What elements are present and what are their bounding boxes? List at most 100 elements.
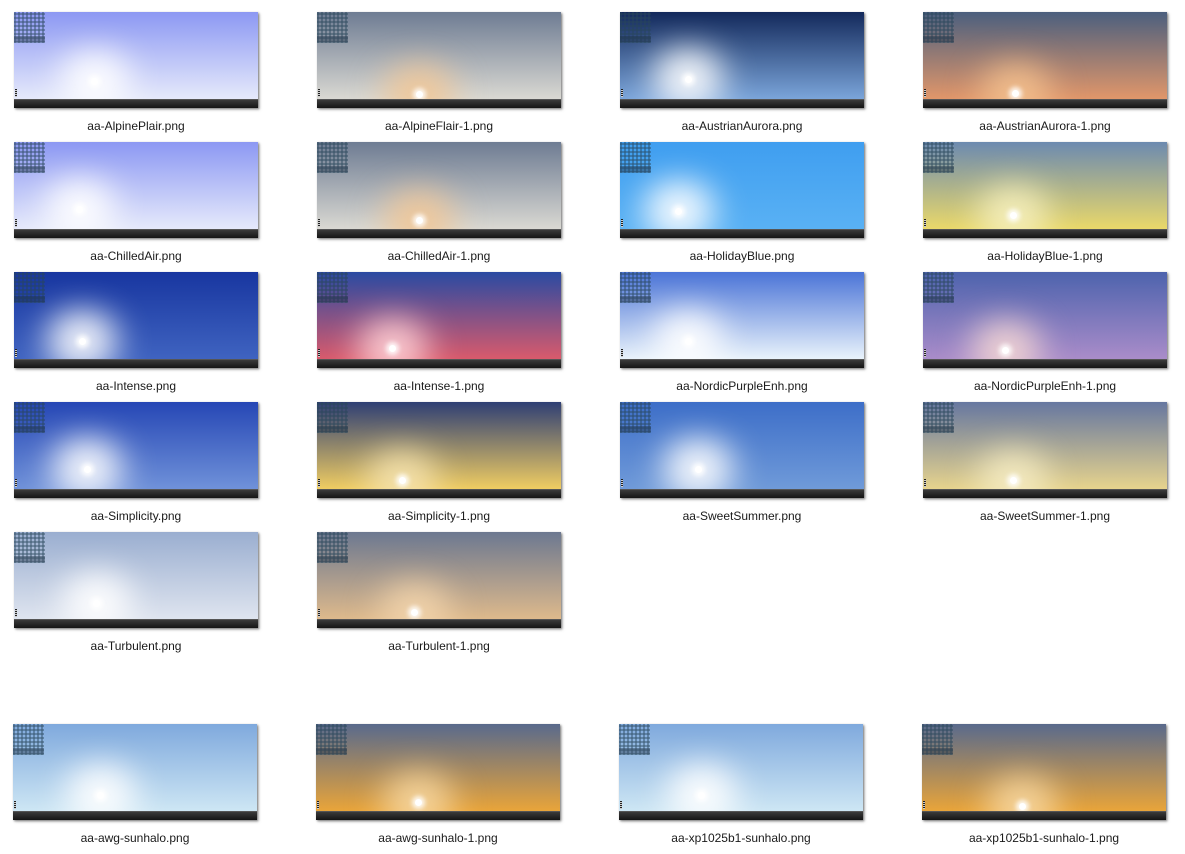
ground-strip [620, 489, 864, 498]
hud-overlay-icon [317, 142, 348, 173]
file-item[interactable]: aa-SweetSummer.png [620, 402, 866, 528]
side-marker-icon [318, 219, 320, 227]
file-thumbnail[interactable] [923, 12, 1167, 108]
file-item[interactable]: aa-AlpineFlair-1.png [317, 12, 563, 138]
file-thumbnail[interactable] [14, 402, 258, 498]
file-thumbnail[interactable] [316, 724, 560, 820]
ground-strip [923, 489, 1167, 498]
file-name-label: aa-AlpineFlair-1.png [384, 119, 494, 133]
file-name-label: aa-NordicPurpleEnh-1.png [973, 379, 1117, 393]
hud-overlay-icon [620, 272, 651, 303]
file-view: aa-AlpinePlair.png aa-AlpineFlair-1.png aa… [0, 0, 1185, 854]
file-thumbnail[interactable] [14, 272, 258, 368]
hud-overlay-icon [14, 12, 45, 43]
file-thumbnail[interactable] [13, 724, 257, 820]
file-name-label: aa-AlpinePlair.png [87, 119, 185, 133]
file-thumbnail[interactable] [317, 532, 561, 628]
file-name-label: aa-Intense-1.png [393, 379, 485, 393]
file-thumbnail[interactable] [14, 12, 258, 108]
file-thumbnail[interactable] [620, 142, 864, 238]
file-name-label: aa-Turbulent-1.png [388, 639, 490, 653]
hud-overlay-icon [922, 724, 953, 755]
side-marker-icon [15, 89, 17, 97]
side-marker-icon [924, 349, 926, 357]
file-thumbnail[interactable] [14, 532, 258, 628]
hud-overlay-icon [317, 272, 348, 303]
file-item[interactable]: aa-Intense-1.png [317, 272, 563, 398]
file-thumbnail[interactable] [317, 272, 561, 368]
file-thumbnail[interactable] [620, 402, 864, 498]
file-name-label: aa-Turbulent.png [90, 639, 182, 653]
file-item[interactable]: aa-xp1025b1-sunhalo-1.png [922, 724, 1168, 850]
file-thumbnail[interactable] [923, 272, 1167, 368]
file-name-label: aa-SweetSummer-1.png [979, 509, 1111, 523]
side-marker-icon [15, 479, 17, 487]
hud-overlay-icon [923, 272, 954, 303]
sun-disc [1018, 803, 1026, 811]
file-item[interactable]: aa-ChilledAir-1.png [317, 142, 563, 268]
file-item[interactable]: aa-Intense.png [14, 272, 260, 398]
file-thumbnail[interactable] [620, 272, 864, 368]
hud-overlay-icon [923, 12, 954, 43]
sun-disc [78, 337, 86, 345]
ground-strip [14, 489, 258, 498]
ground-strip [14, 359, 258, 368]
side-marker-icon [318, 609, 320, 617]
file-thumbnail[interactable] [923, 402, 1167, 498]
hud-overlay-icon [620, 402, 651, 433]
hud-overlay-icon [14, 532, 45, 563]
file-name-label: aa-NordicPurpleEnh.png [676, 379, 808, 393]
side-marker-icon [317, 801, 319, 809]
file-item[interactable]: aa-HolidayBlue.png [620, 142, 866, 268]
hud-overlay-icon [317, 402, 348, 433]
file-item[interactable]: aa-xp1025b1-sunhalo.png [619, 724, 865, 850]
side-marker-icon [924, 89, 926, 97]
file-item[interactable]: aa-AlpinePlair.png [14, 12, 260, 138]
file-name-label: aa-AustrianAurora-1.png [979, 119, 1111, 133]
file-item[interactable]: aa-Simplicity-1.png [317, 402, 563, 528]
hud-overlay-icon [13, 724, 44, 755]
sun-disc [684, 337, 692, 345]
file-thumbnail[interactable] [14, 142, 258, 238]
sun-disc [97, 791, 105, 799]
side-marker-icon [15, 609, 17, 617]
file-item[interactable]: aa-AustrianAurora-1.png [923, 12, 1169, 138]
file-item[interactable]: aa-Turbulent-1.png [317, 532, 563, 658]
file-thumbnail[interactable] [923, 142, 1167, 238]
file-name-label: aa-HolidayBlue.png [689, 249, 795, 263]
file-item[interactable]: aa-HolidayBlue-1.png [923, 142, 1169, 268]
ground-strip [620, 229, 864, 238]
ground-strip [620, 359, 864, 368]
file-name-label: aa-Simplicity.png [90, 509, 182, 523]
file-name-label: aa-HolidayBlue-1.png [987, 249, 1103, 263]
ground-strip [14, 229, 258, 238]
file-item[interactable]: aa-ChilledAir.png [14, 142, 260, 268]
side-marker-icon [621, 89, 623, 97]
hud-overlay-icon [14, 402, 45, 433]
ground-strip [922, 811, 1166, 820]
hud-overlay-icon [14, 272, 45, 303]
file-name-label: aa-SweetSummer.png [682, 509, 802, 523]
file-item[interactable]: aa-Turbulent.png [14, 532, 260, 658]
file-thumbnail[interactable] [619, 724, 863, 820]
sun-disc [675, 207, 683, 215]
file-thumbnail[interactable] [317, 12, 561, 108]
sun-disc [694, 465, 702, 473]
hud-overlay-icon [317, 12, 348, 43]
file-item[interactable]: aa-NordicPurpleEnh-1.png [923, 272, 1169, 398]
side-marker-icon [621, 219, 623, 227]
side-marker-icon [621, 479, 623, 487]
file-item[interactable]: aa-awg-sunhalo-1.png [316, 724, 562, 850]
file-name-label: aa-awg-sunhalo.png [80, 831, 190, 845]
file-thumbnail[interactable] [922, 724, 1166, 820]
hud-overlay-icon [619, 724, 650, 755]
file-thumbnail[interactable] [620, 12, 864, 108]
file-item[interactable]: aa-NordicPurpleEnh.png [620, 272, 866, 398]
file-thumbnail[interactable] [317, 142, 561, 238]
file-item[interactable]: aa-Simplicity.png [14, 402, 260, 528]
file-item[interactable]: aa-awg-sunhalo.png [13, 724, 259, 850]
file-item[interactable]: aa-SweetSummer-1.png [923, 402, 1169, 528]
hud-overlay-icon [620, 12, 651, 43]
file-thumbnail[interactable] [317, 402, 561, 498]
file-item[interactable]: aa-AustrianAurora.png [620, 12, 866, 138]
